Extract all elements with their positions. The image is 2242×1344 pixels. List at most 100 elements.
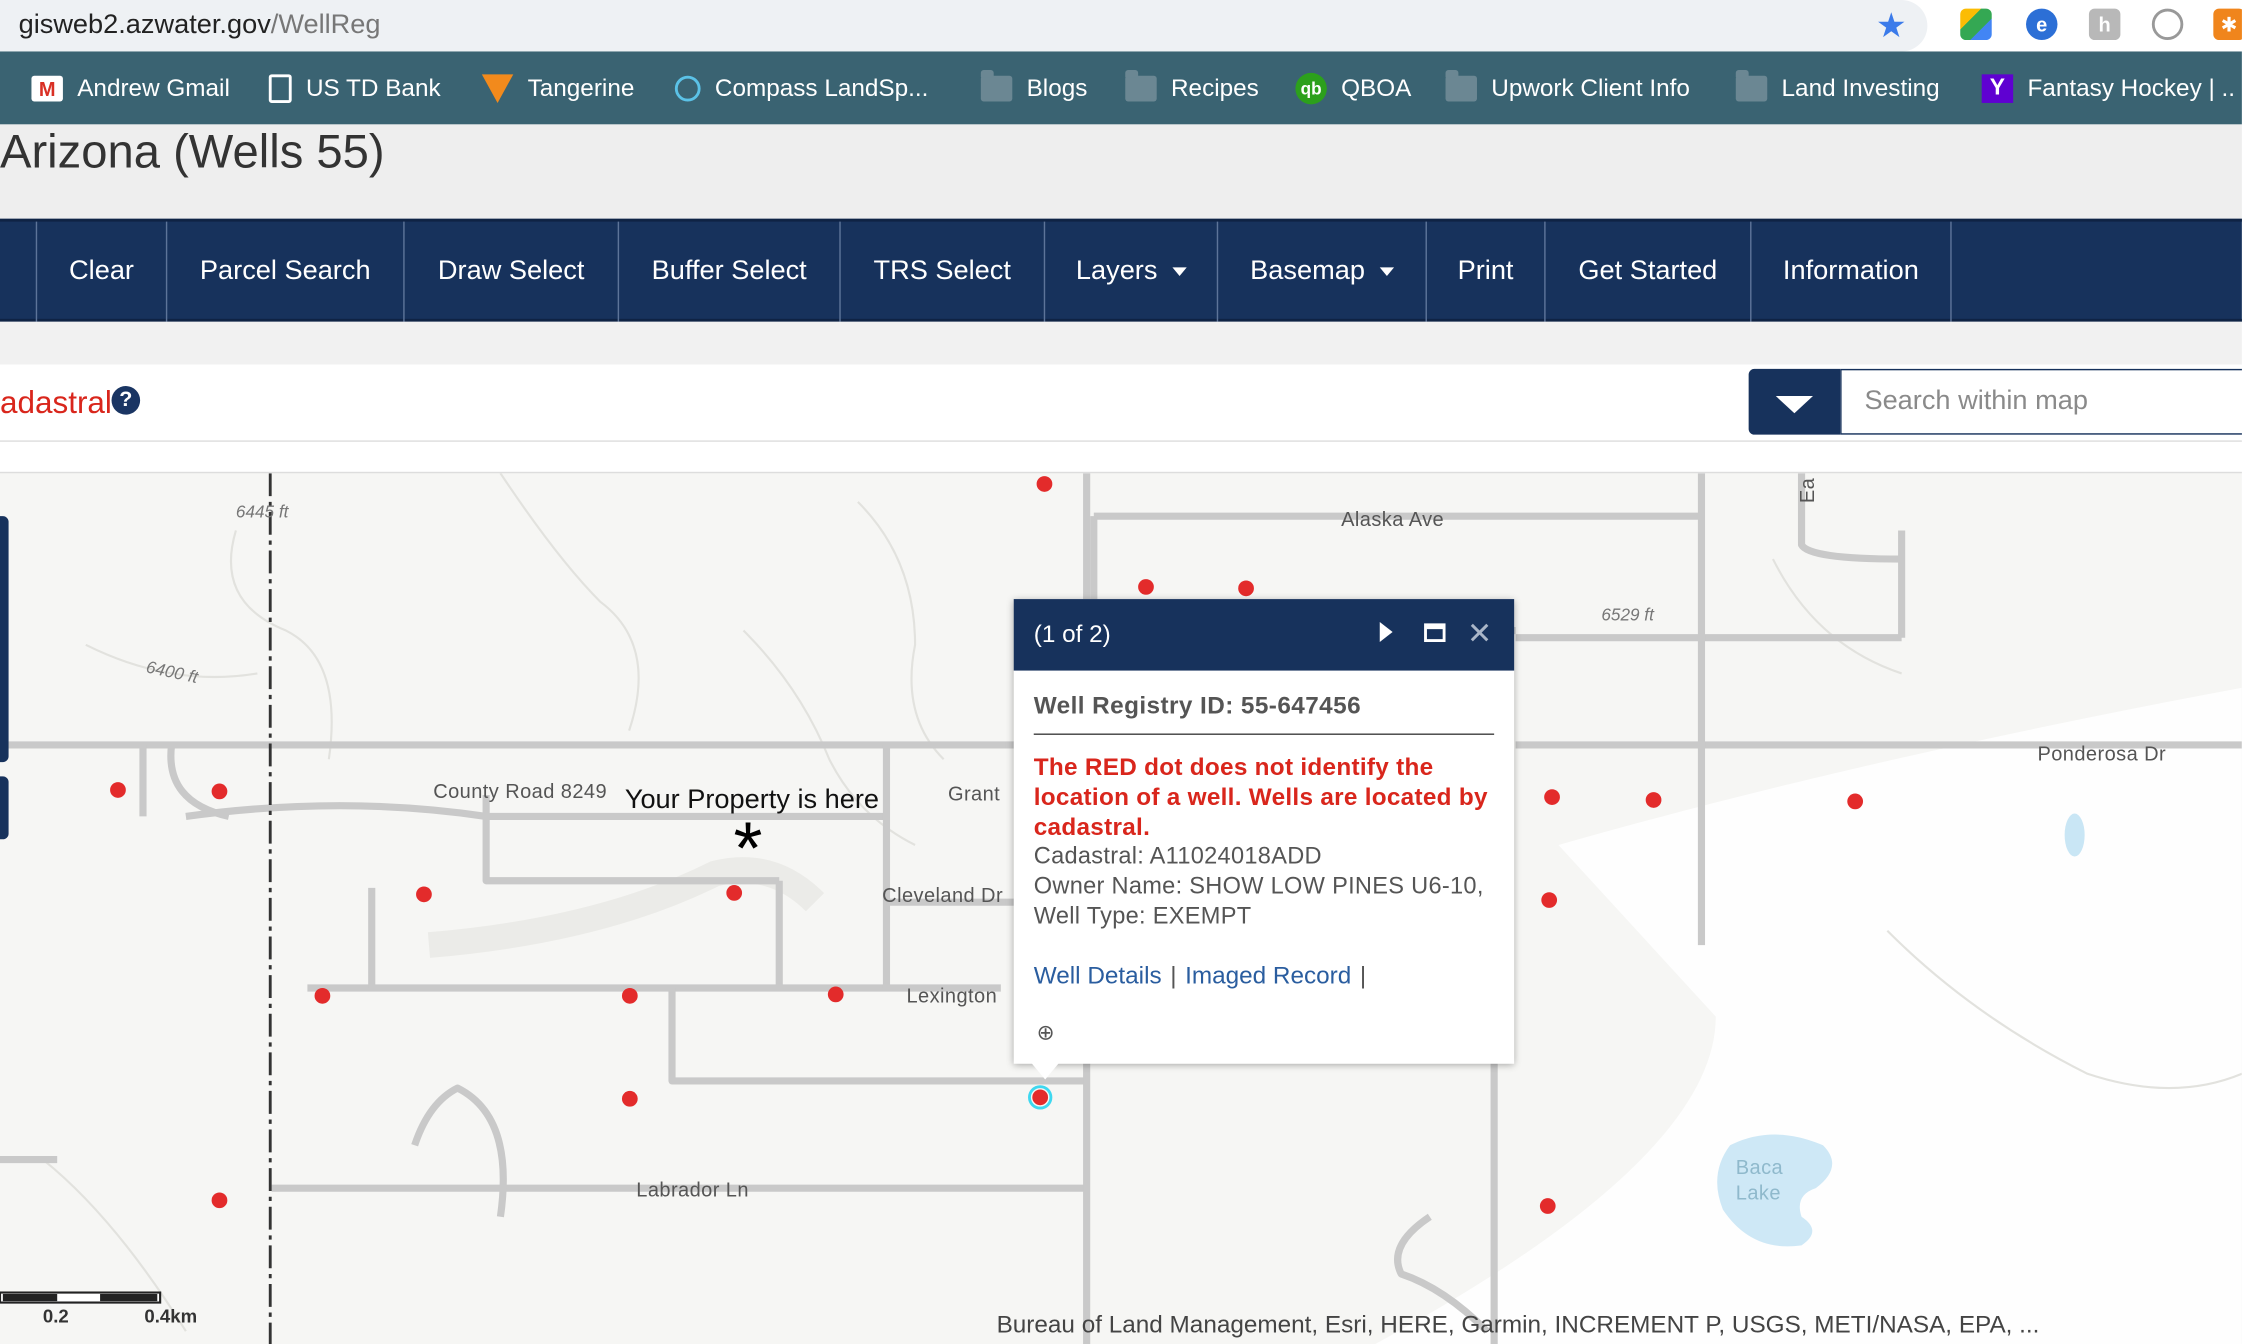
lake-label-baca: Baca Lake <box>1735 1155 1784 1204</box>
address-bar[interactable]: gisweb2.azwater.gov/WellReg ★ <box>0 0 1928 52</box>
bookmark-compass[interactable]: Compass LandSp... <box>674 71 929 105</box>
nav-print-button[interactable]: Print <box>1425 221 1545 322</box>
nav-basemap-dropdown[interactable]: Basemap <box>1216 221 1426 322</box>
well-dot[interactable] <box>110 782 126 798</box>
bookmark-label: Land Investing <box>1781 74 1940 102</box>
folder-icon <box>1125 70 1157 102</box>
extension-h-icon[interactable]: h <box>2088 8 2121 41</box>
next-arrow-icon[interactable] <box>1379 621 1393 642</box>
close-icon[interactable]: ✕ <box>1467 616 1492 652</box>
search-layer-dropdown[interactable] <box>1748 368 1841 435</box>
folder-icon <box>980 70 1013 102</box>
popup-well-type: Well Type: EXEMPT <box>1033 903 1252 930</box>
bookmark-label: Tangerine <box>527 74 635 102</box>
bookmark-label: Fantasy Hockey | .. <box>2027 74 2236 102</box>
bookmark-label: Upwork Client Info <box>1491 74 1690 102</box>
map-view[interactable]: Alaska Ave County Road 8249 Grant Clevel… <box>0 471 2242 1344</box>
well-dot[interactable] <box>1539 1198 1556 1214</box>
street-label-grant: Grant <box>947 782 1001 805</box>
street-label-alaska: Alaska Ave <box>1341 507 1445 531</box>
nav-basemap-label: Basemap <box>1250 255 1365 286</box>
street-label-cleveland: Cleveland Dr <box>882 883 1004 907</box>
bookmark-recipes[interactable]: Recipes <box>1125 70 1259 105</box>
popup-title: Well Registry ID: 55-647456 <box>1033 692 1495 735</box>
nav-trs-select-button[interactable]: TRS Select <box>839 221 1043 322</box>
bookmark-label: US TD Bank <box>305 74 441 102</box>
ie-tab-icon[interactable]: e <box>2026 8 2058 41</box>
extension-spiral-icon[interactable] <box>2151 8 2184 41</box>
popup-counter: (1 of 2) <box>1033 620 1111 648</box>
street-label-ea: Ea <box>1795 477 1819 504</box>
nav-layers-label: Layers <box>1075 255 1158 286</box>
hubspot-icon[interactable]: ✱ <box>2213 8 2242 41</box>
scale-label: 0.4km <box>144 1305 198 1327</box>
well-dot[interactable] <box>1541 892 1558 908</box>
street-label-ponderosa: Ponderosa Dr <box>2037 742 2167 765</box>
well-dot[interactable] <box>1138 579 1154 595</box>
layer-label: adastral <box>0 384 112 421</box>
bookmark-label: QBOA <box>1341 74 1412 102</box>
well-dot[interactable] <box>211 783 228 800</box>
bookmark-label: Blogs <box>1026 74 1088 102</box>
well-dot[interactable] <box>314 987 331 1004</box>
popup-cadastral: Cadastral: A11024018ADD <box>1033 843 1322 870</box>
popup-header: (1 of 2) ✕ <box>1013 599 1515 671</box>
bookmark-label: Compass LandSp... <box>714 74 929 102</box>
bookmark-fantasy-hockey[interactable]: Y Fantasy Hockey | .. <box>1981 71 2236 105</box>
bookmark-tangerine[interactable]: Tangerine <box>481 71 635 105</box>
well-dot[interactable] <box>416 886 432 903</box>
well-dot[interactable] <box>211 1192 228 1209</box>
nav-clear-button[interactable]: Clear <box>35 221 166 322</box>
well-dot[interactable] <box>1238 580 1254 597</box>
property-marker-icon: * <box>733 807 763 891</box>
nav-information-button[interactable]: Information <box>1750 221 1952 322</box>
bookmark-blogs[interactable]: Blogs <box>980 70 1088 105</box>
url-text[interactable]: gisweb2.azwater.gov/WellReg <box>19 10 381 41</box>
maximize-icon[interactable] <box>1424 623 1446 642</box>
map-tool-tab[interactable] <box>0 776 9 840</box>
yahoo-icon: Y <box>1981 74 2014 103</box>
nav-buffer-select-button[interactable]: Buffer Select <box>617 221 840 322</box>
map-tool-tab[interactable] <box>0 516 9 763</box>
gmail-icon: M <box>31 75 63 102</box>
chevron-down-icon <box>1379 267 1394 276</box>
nav-draw-select-button[interactable]: Draw Select <box>403 221 617 322</box>
link-separator: | <box>1359 962 1367 990</box>
spacer <box>0 321 2242 365</box>
help-icon[interactable]: ? <box>111 386 141 415</box>
bookmark-label: Andrew Gmail <box>77 74 230 102</box>
zoom-to-icon[interactable]: ⊕ <box>1037 1019 1055 1045</box>
folder-icon <box>1445 70 1477 102</box>
well-dot[interactable] <box>827 986 844 1003</box>
bookmark-star-icon[interactable]: ★ <box>1876 6 1907 47</box>
well-details-link[interactable]: Well Details <box>1034 962 1162 989</box>
page-header: Arizona (Wells 55) <box>0 124 2242 219</box>
folder-icon <box>1735 70 1768 102</box>
nav-parcel-search-button[interactable]: Parcel Search <box>165 221 403 322</box>
viewport: gisweb2.azwater.gov/WellReg ★ e h ✱ M An… <box>0 0 2242 1344</box>
map-attribution: Bureau of Land Management, Esri, HERE, G… <box>996 1311 2040 1339</box>
well-dot[interactable] <box>1847 793 1864 810</box>
popup-owner: Owner Name: SHOW LOW PINES U6-10, <box>1033 873 1484 900</box>
bookmark-andrew-gmail[interactable]: M Andrew Gmail <box>31 71 230 105</box>
bookmarks-bar: M Andrew Gmail US TD Bank Tangerine Comp… <box>0 51 2242 125</box>
bookmark-qboa[interactable]: qb QBOA <box>1295 71 1411 105</box>
nav-layers-dropdown[interactable]: Layers <box>1043 221 1217 322</box>
popup-warning: The RED dot does not identify the locati… <box>1033 753 1488 841</box>
bookmark-land-investing[interactable]: Land Investing <box>1735 70 1940 105</box>
bookmark-label: Recipes <box>1171 74 1259 102</box>
well-dot[interactable] <box>621 987 638 1004</box>
main-nav: Clear Parcel Search Draw Select Buffer S… <box>0 218 2242 322</box>
selected-well-dot[interactable] <box>1028 1085 1053 1110</box>
nav-get-started-button[interactable]: Get Started <box>1544 221 1750 322</box>
search-input[interactable] <box>1840 368 2242 435</box>
well-dot[interactable] <box>1645 792 1662 808</box>
well-dot[interactable] <box>1544 789 1560 805</box>
google-drive-icon[interactable] <box>1960 8 1992 41</box>
imaged-record-link[interactable]: Imaged Record <box>1185 962 1351 989</box>
bookmark-upwork[interactable]: Upwork Client Info <box>1445 70 1690 105</box>
well-dot[interactable] <box>1036 476 1053 492</box>
popup-body: Well Registry ID: 55-647456 The RED dot … <box>1014 671 1514 1045</box>
bookmark-us-td-bank[interactable]: US TD Bank <box>268 71 441 105</box>
well-dot[interactable] <box>621 1090 638 1107</box>
